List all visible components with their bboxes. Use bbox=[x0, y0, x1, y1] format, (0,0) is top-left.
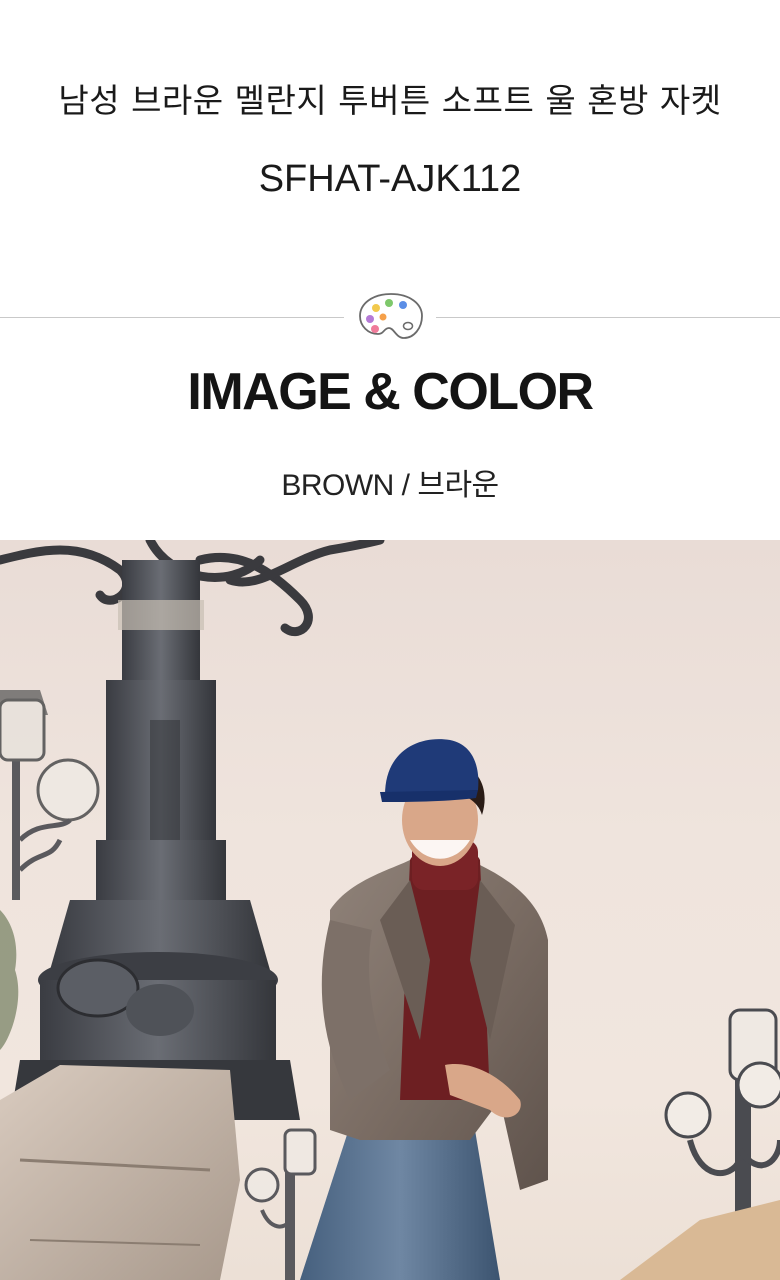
divider-right bbox=[436, 317, 780, 318]
palette-dot-blue bbox=[399, 301, 407, 309]
street-lamp-middle bbox=[244, 1128, 317, 1280]
palette-dot-pink bbox=[371, 325, 379, 333]
street-lamp-left bbox=[0, 690, 100, 900]
product-photo bbox=[0, 540, 780, 1280]
product-title: 남성 브라운 멜란지 투버튼 소프트 울 혼방 자켓 bbox=[58, 81, 722, 120]
divider-left bbox=[0, 317, 344, 318]
color-label: BROWN / 브라운 bbox=[281, 469, 499, 502]
palette-dot-green bbox=[385, 299, 393, 307]
palette-dot-orange bbox=[379, 313, 387, 321]
stone-pedestal bbox=[0, 1065, 240, 1280]
section-heading: IMAGE & COLOR bbox=[187, 363, 594, 421]
model bbox=[300, 739, 548, 1280]
product-code: SFHAT-AJK112 bbox=[258, 158, 522, 200]
cap bbox=[385, 739, 479, 795]
street-lamp-pole bbox=[10, 560, 300, 1120]
palette-dot-yellow bbox=[372, 304, 380, 312]
palette-dot-purple bbox=[366, 315, 374, 323]
palette-icon bbox=[356, 290, 426, 342]
